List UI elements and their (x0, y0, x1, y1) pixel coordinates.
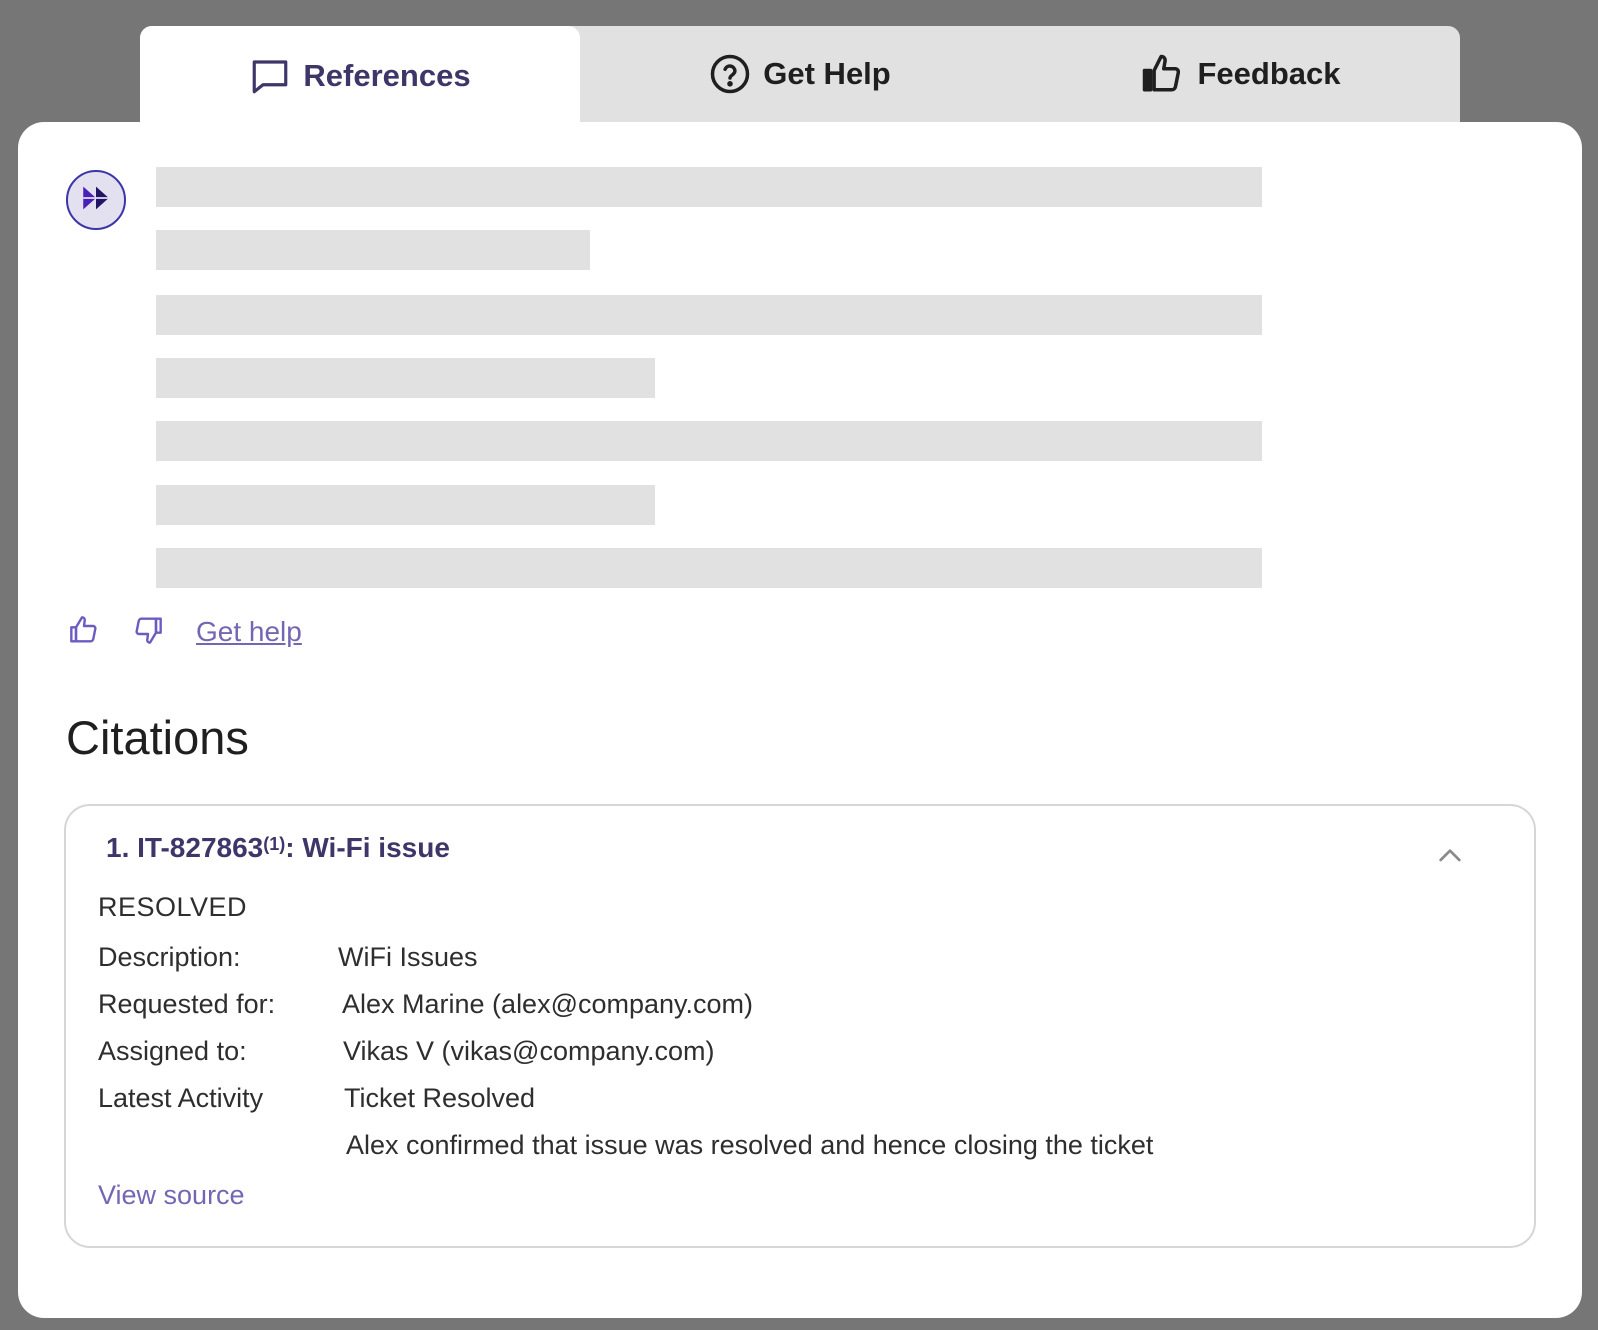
requested-for-label: Requested for: (98, 989, 276, 1019)
citation-ticket-id: IT-827863 (137, 832, 264, 863)
description-value: WiFi Issues (338, 942, 478, 972)
thumbs-down-icon (132, 614, 164, 651)
tab-references[interactable]: References (140, 26, 580, 126)
tab-feedback[interactable]: Feedback (1020, 26, 1460, 122)
tab-bar: References Get Help Feedback (140, 26, 1460, 126)
assigned-to-value: Vikas V (vikas@company.com) (343, 1036, 715, 1066)
assistant-avatar (66, 170, 126, 230)
citation-title[interactable]: 1. IT-827863(1): Wi-Fi issue (106, 832, 450, 864)
citation-card: 1. IT-827863(1): Wi-Fi issue RESOLVED De… (64, 804, 1536, 1248)
thumbs-down-button[interactable] (130, 614, 166, 650)
description-label: Description: (98, 942, 241, 972)
citations-heading: Citations (66, 711, 249, 764)
requested-for-value: Alex Marine (alex@company.com) (342, 989, 754, 1019)
thumbs-up-button[interactable] (66, 614, 102, 650)
assigned-to-label: Assigned to: (98, 1036, 247, 1066)
thumbs-up-icon (68, 614, 100, 651)
response-actions: Get help (66, 614, 302, 650)
loading-line (156, 485, 655, 525)
citation-subject: : Wi-Fi issue (285, 832, 450, 863)
references-panel: Get help Citations 1. IT-827863(1): Wi-F… (18, 122, 1582, 1318)
tab-get-help[interactable]: Get Help (580, 26, 1020, 122)
chevron-up-icon (1434, 849, 1466, 876)
loading-line (156, 421, 1262, 461)
get-help-link[interactable]: Get help (196, 616, 302, 648)
status-badge: RESOLVED (98, 892, 248, 922)
fast-forward-icon (79, 181, 113, 220)
citation-number: 1. (106, 832, 130, 863)
latest-activity-detail: Alex confirmed that issue was resolved a… (346, 1130, 1154, 1160)
help-circle-icon (709, 53, 751, 95)
view-source-link[interactable]: View source (98, 1180, 245, 1211)
latest-activity-value: Ticket Resolved (344, 1083, 536, 1113)
loading-line (156, 167, 1262, 207)
loading-line (156, 548, 1262, 588)
loading-line (156, 358, 655, 398)
collapse-button[interactable] (1434, 840, 1466, 872)
tab-feedback-label: Feedback (1197, 56, 1341, 91)
chat-bubble-icon (249, 55, 291, 97)
thumbs-up-icon (1139, 53, 1185, 95)
loading-line (156, 230, 590, 270)
loading-line (156, 295, 1262, 335)
citation-ref-marker: (1) (263, 834, 286, 854)
latest-activity-label: Latest Activity (98, 1083, 264, 1113)
tab-references-label: References (303, 58, 471, 93)
tab-get-help-label: Get Help (763, 56, 891, 91)
